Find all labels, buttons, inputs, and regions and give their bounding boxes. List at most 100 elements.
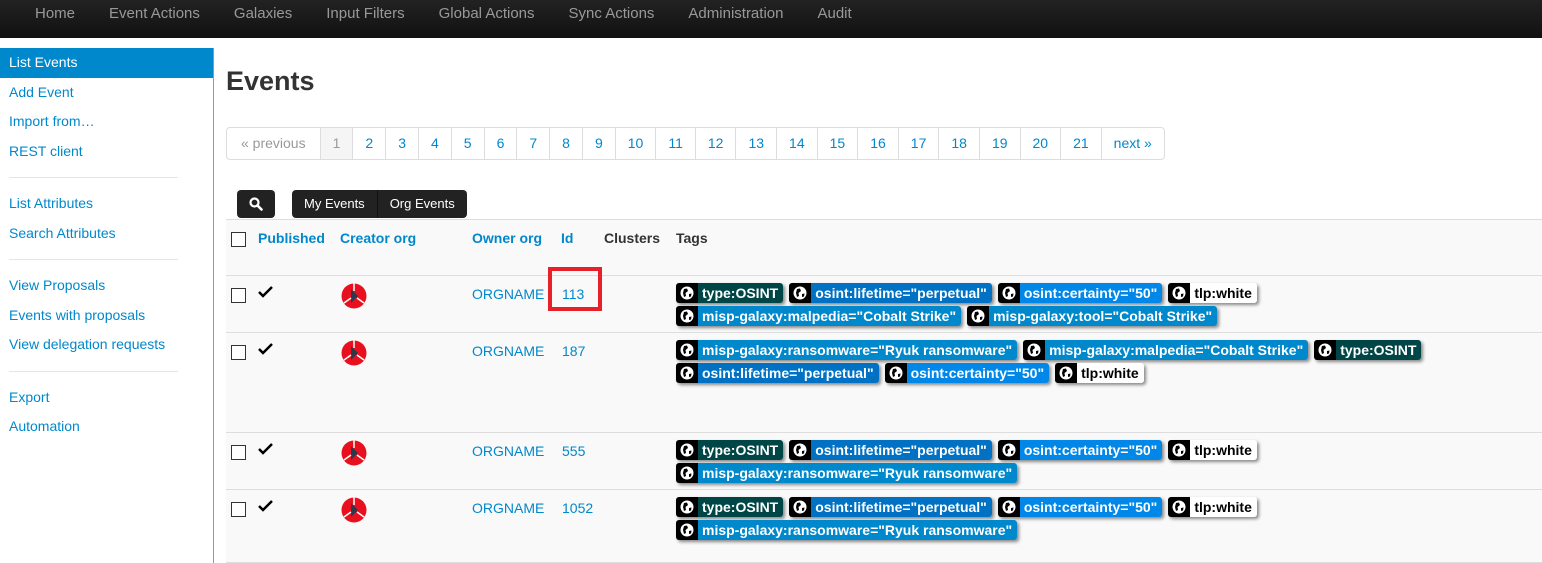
my-events-button[interactable]: My Events bbox=[292, 190, 377, 218]
creator-org-logo bbox=[341, 497, 367, 523]
column-id[interactable]: Id bbox=[561, 230, 573, 246]
page-link-5[interactable]: 5 bbox=[450, 128, 484, 159]
tag-list: type:OSINT osint:lifetime="perpetual" osin… bbox=[676, 283, 1466, 326]
page-link-14[interactable]: 14 bbox=[776, 128, 817, 159]
page-link-7[interactable]: 7 bbox=[516, 128, 549, 159]
nav-global-actions[interactable]: Global Actions bbox=[422, 0, 552, 38]
sidebar-item-search-attributes[interactable]: Search Attributes bbox=[0, 219, 213, 249]
tag-label: type:OSINT bbox=[698, 440, 784, 460]
globe-icon bbox=[793, 286, 807, 300]
sidebar-item-view-delegation-requests[interactable]: View delegation requests bbox=[0, 330, 213, 360]
row-checkbox[interactable] bbox=[231, 288, 246, 303]
nav-home[interactable]: Home bbox=[18, 0, 92, 38]
page-link-17[interactable]: 17 bbox=[897, 128, 939, 159]
owner-org-link[interactable]: ORGNAME bbox=[472, 443, 544, 459]
tag[interactable]: tlp:white bbox=[1168, 497, 1257, 517]
page-link-12[interactable]: 12 bbox=[694, 128, 736, 159]
nav-sync-actions[interactable]: Sync Actions bbox=[552, 0, 672, 38]
tag-label: misp-galaxy:tool="Cobalt Strike" bbox=[989, 306, 1218, 326]
tag[interactable]: osint:certainty="50" bbox=[884, 363, 1050, 383]
event-id-link[interactable]: 555 bbox=[562, 443, 585, 459]
tag[interactable]: misp-galaxy:malpedia="Cobalt Strike" bbox=[676, 306, 962, 326]
select-all-checkbox[interactable] bbox=[231, 232, 246, 247]
page-link-13[interactable]: 13 bbox=[735, 128, 776, 159]
row-checkbox[interactable] bbox=[231, 345, 246, 360]
tag[interactable]: type:OSINT bbox=[676, 283, 784, 303]
creator-org-logo bbox=[341, 283, 367, 309]
nav-galaxies[interactable]: Galaxies bbox=[217, 0, 309, 38]
page-link-10[interactable]: 10 bbox=[614, 128, 656, 159]
sidebar-item-events-with-proposals[interactable]: Events with proposals bbox=[0, 301, 213, 331]
tag-label: osint:certainty="50" bbox=[906, 363, 1050, 383]
sidebar-item-import-from[interactable]: Import from… bbox=[0, 107, 213, 137]
tag[interactable]: misp-galaxy:ransomware="Ryuk ransomware" bbox=[676, 463, 1018, 483]
page-link-19[interactable]: 19 bbox=[978, 128, 1020, 159]
nav-audit[interactable]: Audit bbox=[800, 0, 868, 38]
tag[interactable]: osint:lifetime="perpetual" bbox=[789, 283, 992, 303]
event-id-link[interactable]: 187 bbox=[562, 343, 585, 359]
sidebar-item-export[interactable]: Export bbox=[0, 383, 213, 413]
previous-page-link[interactable]: « previous bbox=[227, 128, 320, 159]
globe-icon bbox=[889, 366, 903, 380]
sidebar-item-automation[interactable]: Automation bbox=[0, 412, 213, 442]
page-link-11[interactable]: 11 bbox=[655, 128, 695, 159]
tag-list: type:OSINT osint:lifetime="perpetual" osin… bbox=[676, 440, 1466, 483]
page-link-2[interactable]: 2 bbox=[352, 128, 385, 159]
table-row: ORGNAME 555 type:OSINT osint:lifetime="perp… bbox=[226, 433, 1542, 490]
page-link-9[interactable]: 9 bbox=[581, 128, 615, 159]
page-link-6[interactable]: 6 bbox=[483, 128, 517, 159]
tag[interactable]: type:OSINT bbox=[676, 440, 784, 460]
column-published[interactable]: Published bbox=[258, 230, 325, 246]
tag[interactable]: misp-galaxy:malpedia="Cobalt Strike" bbox=[1023, 340, 1309, 360]
row-checkbox[interactable] bbox=[231, 502, 246, 517]
next-page-link[interactable]: next » bbox=[1100, 128, 1164, 159]
tag[interactable]: type:OSINT bbox=[1314, 340, 1422, 360]
sidebar-item-rest-client[interactable]: REST client bbox=[0, 137, 213, 167]
owner-org-link[interactable]: ORGNAME bbox=[472, 286, 544, 302]
tag[interactable]: osint:lifetime="perpetual" bbox=[676, 363, 879, 383]
org-events-button[interactable]: Org Events bbox=[376, 190, 467, 218]
sidebar-item-list-attributes[interactable]: List Attributes bbox=[0, 189, 213, 219]
tag[interactable]: misp-galaxy:tool="Cobalt Strike" bbox=[967, 306, 1218, 326]
tag[interactable]: tlp:white bbox=[1168, 440, 1257, 460]
owner-org-link[interactable]: ORGNAME bbox=[472, 343, 544, 359]
row-checkbox[interactable] bbox=[231, 445, 246, 460]
sidebar-item-view-proposals[interactable]: View Proposals bbox=[0, 271, 213, 301]
column-owner-org[interactable]: Owner org bbox=[472, 230, 542, 246]
tag[interactable]: osint:certainty="50" bbox=[997, 283, 1163, 303]
published-check-icon bbox=[258, 286, 273, 298]
owner-org-link[interactable]: ORGNAME bbox=[472, 500, 544, 516]
tag[interactable]: osint:certainty="50" bbox=[997, 440, 1163, 460]
sidebar-item-add-event[interactable]: Add Event bbox=[0, 78, 213, 108]
page-link-21[interactable]: 21 bbox=[1060, 128, 1101, 159]
tag-label: misp-galaxy:malpedia="Cobalt Strike" bbox=[698, 306, 962, 326]
page-link-3[interactable]: 3 bbox=[385, 128, 418, 159]
tag[interactable]: osint:lifetime="perpetual" bbox=[789, 497, 992, 517]
tag[interactable]: type:OSINT bbox=[676, 497, 784, 517]
globe-icon bbox=[971, 309, 985, 323]
tag[interactable]: osint:certainty="50" bbox=[997, 497, 1163, 517]
page-link-20[interactable]: 20 bbox=[1019, 128, 1061, 159]
event-id-link[interactable]: 1052 bbox=[562, 500, 593, 516]
creator-org-logo bbox=[341, 440, 367, 466]
nav-event-actions[interactable]: Event Actions bbox=[92, 0, 217, 38]
page-link-8[interactable]: 8 bbox=[549, 128, 582, 159]
nav-administration[interactable]: Administration bbox=[671, 0, 800, 38]
nav-input-filters[interactable]: Input Filters bbox=[309, 0, 421, 38]
page-link-15[interactable]: 15 bbox=[816, 128, 858, 159]
page-link-4[interactable]: 4 bbox=[417, 128, 451, 159]
search-button[interactable] bbox=[237, 190, 275, 218]
page-link-18[interactable]: 18 bbox=[938, 128, 979, 159]
page-link-16[interactable]: 16 bbox=[857, 128, 898, 159]
tag[interactable]: osint:lifetime="perpetual" bbox=[789, 440, 992, 460]
table-row: ORGNAME 113 type:OSINT osint:lifetime="perp… bbox=[226, 267, 1542, 333]
tag-label: osint:certainty="50" bbox=[1019, 440, 1163, 460]
tag[interactable]: tlp:white bbox=[1168, 283, 1257, 303]
column-creator-org[interactable]: Creator org bbox=[340, 230, 416, 246]
page-title: Events bbox=[226, 66, 315, 96]
tag[interactable]: tlp:white bbox=[1055, 363, 1144, 383]
page-link-1[interactable]: 1 bbox=[319, 128, 353, 159]
tag[interactable]: misp-galaxy:ransomware="Ryuk ransomware" bbox=[676, 520, 1018, 540]
sidebar-item-list-events[interactable]: List Events bbox=[0, 48, 213, 78]
tag[interactable]: misp-galaxy:ransomware="Ryuk ransomware" bbox=[676, 340, 1018, 360]
